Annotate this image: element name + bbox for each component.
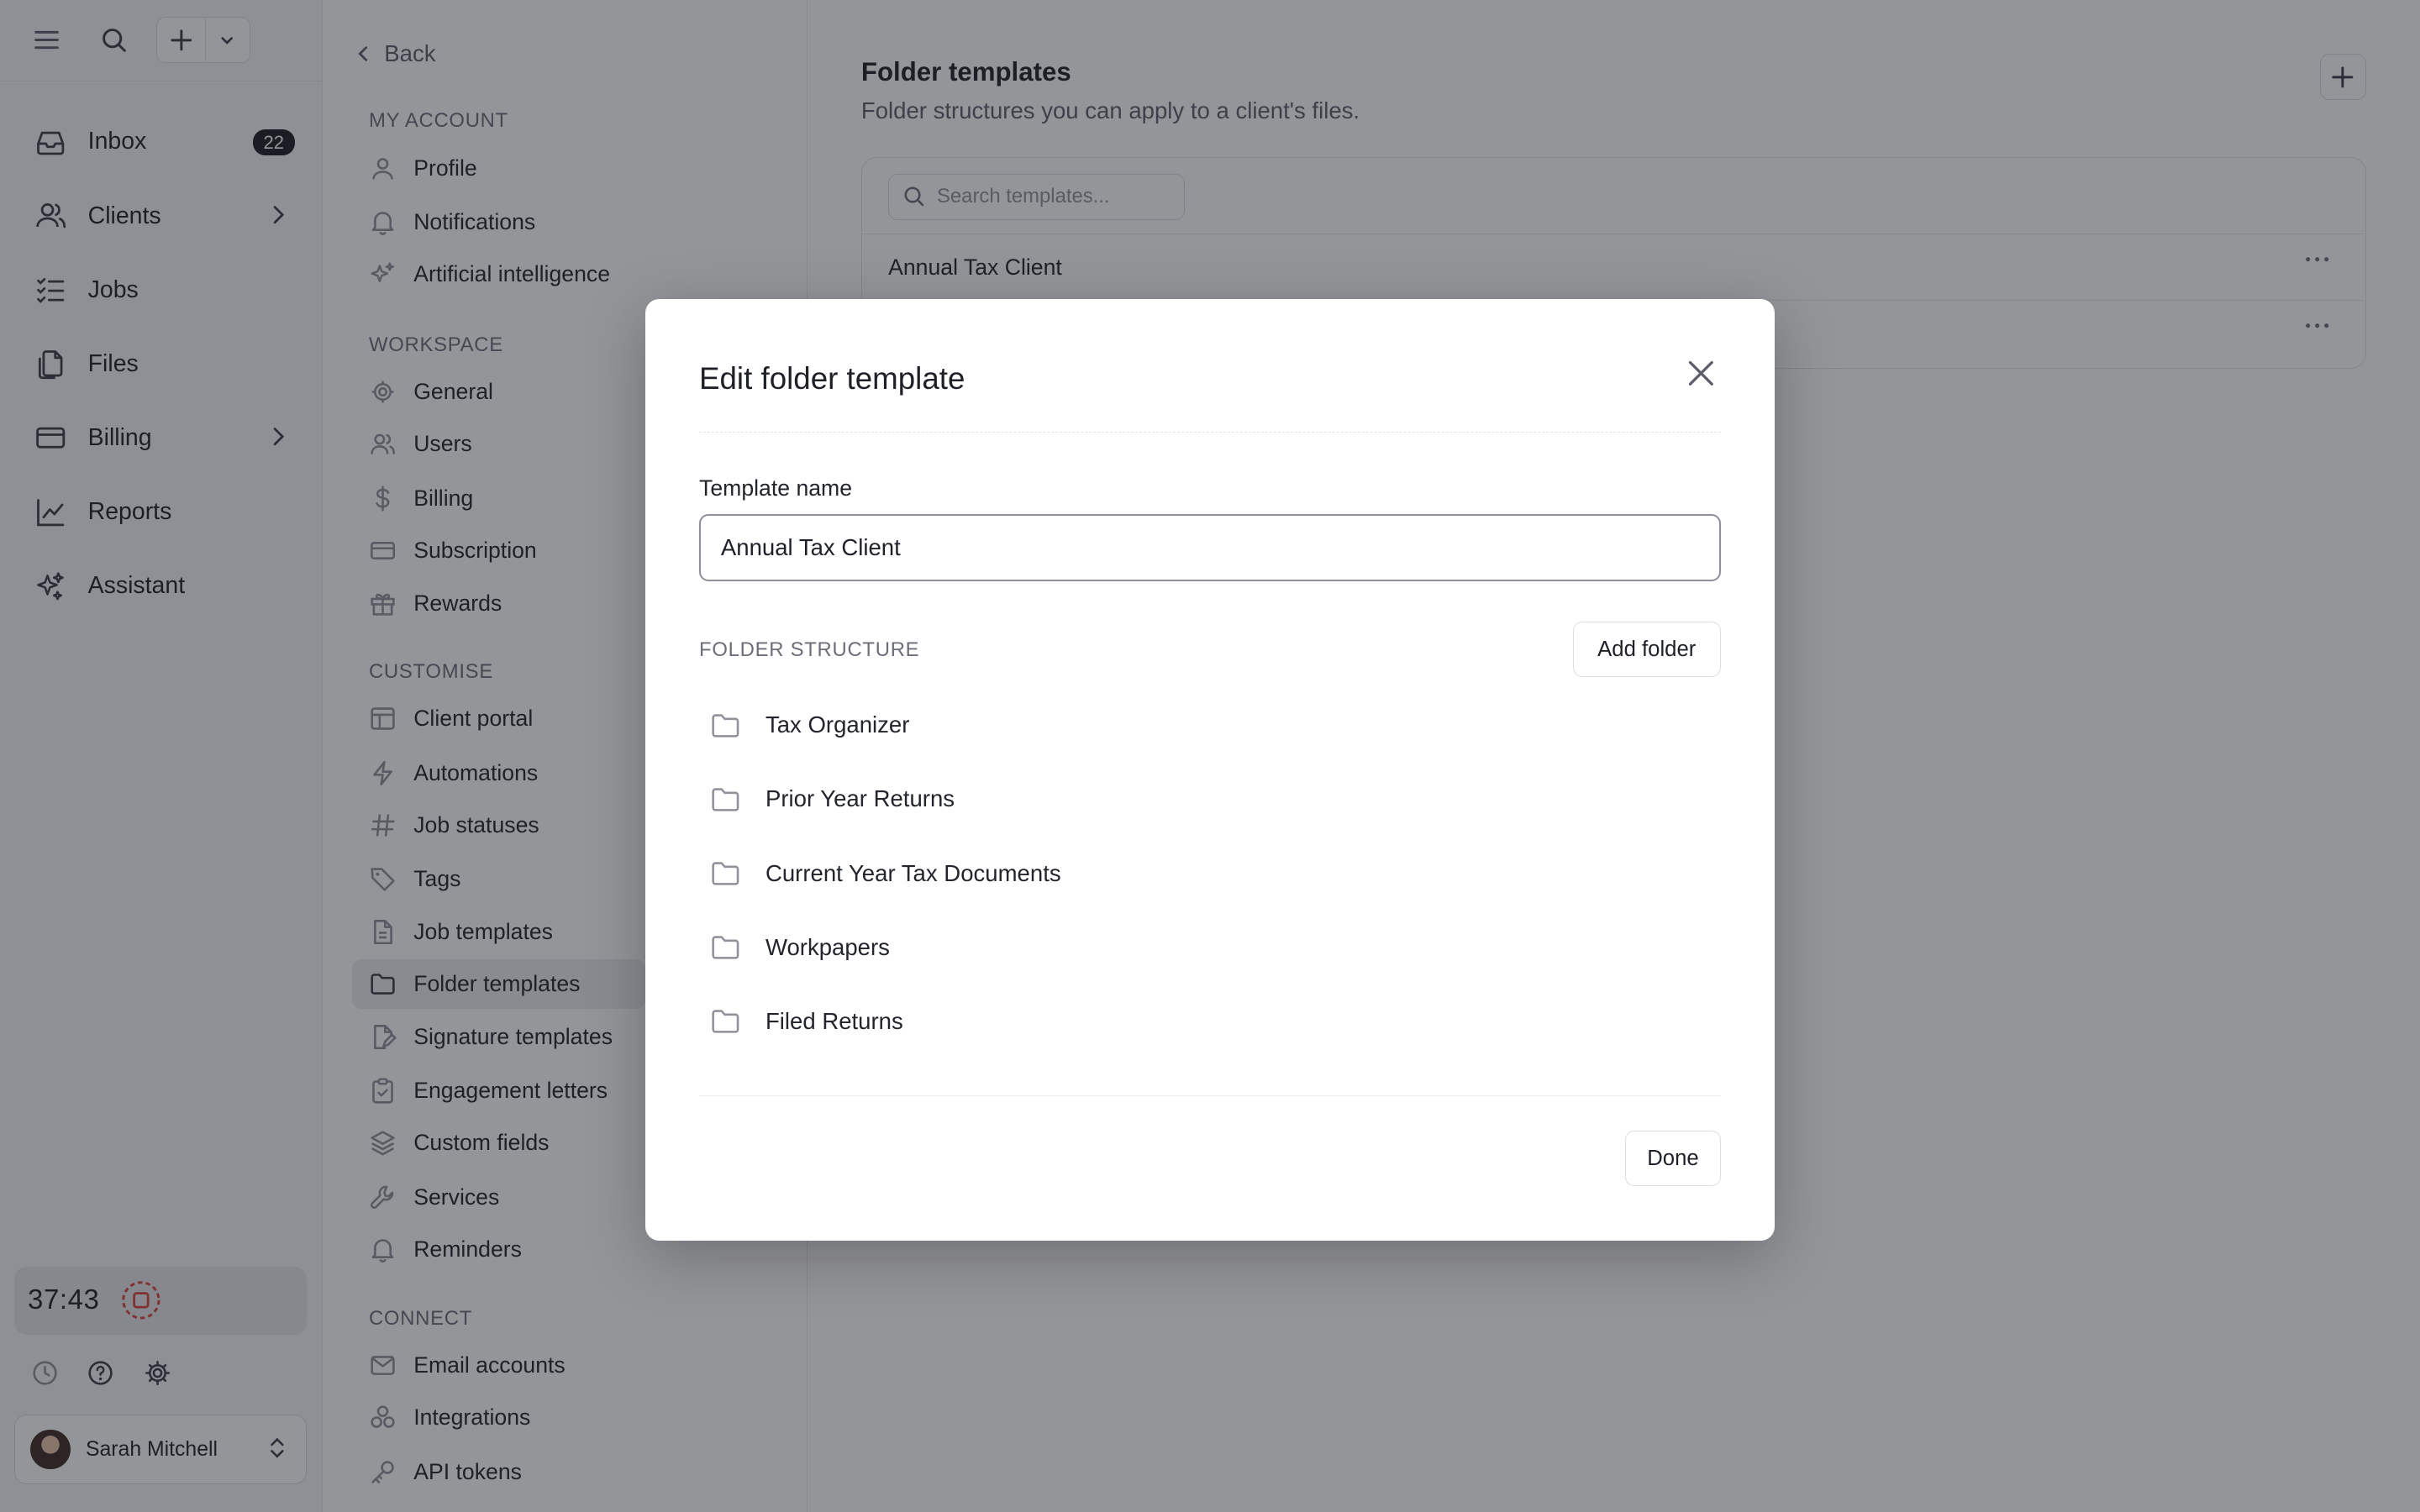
folder-item[interactable]: Tax Organizer	[699, 695, 1721, 756]
folder-icon	[710, 784, 741, 815]
folder-icon	[710, 932, 741, 963]
folder-name: Prior Year Returns	[765, 785, 955, 812]
folder-item[interactable]: Workpapers	[699, 916, 1721, 978]
folder-icon	[710, 858, 741, 889]
template-name-input[interactable]: Annual Tax Client	[699, 513, 1721, 582]
divider	[699, 432, 1721, 433]
done-button[interactable]: Done	[1625, 1131, 1721, 1187]
folder-name: Current Year Tax Documents	[765, 859, 1061, 886]
folder-name: Filed Returns	[765, 1007, 903, 1034]
close-icon[interactable]	[1682, 354, 1719, 391]
add-folder-button[interactable]: Add folder	[1572, 622, 1721, 678]
folder-item[interactable]: Current Year Tax Documents	[699, 843, 1721, 904]
folder-item[interactable]: Filed Returns	[699, 990, 1721, 1052]
folder-name: Tax Organizer	[765, 711, 910, 738]
folder-name: Workpapers	[765, 933, 890, 960]
template-name-label: Template name	[699, 475, 853, 501]
folder-item[interactable]: Prior Year Returns	[699, 769, 1721, 830]
folder-icon	[710, 710, 741, 741]
app-window: Inbox 22 Clients Jobs Files Billing Repo…	[0, 0, 2420, 1512]
edit-folder-template-dialog: Edit folder template Template name Annua…	[644, 299, 1776, 1241]
dialog-title: Edit folder template	[699, 360, 965, 396]
folder-icon	[710, 1006, 741, 1037]
folder-structure-heading: FOLDER STRUCTURE	[699, 638, 920, 662]
divider	[699, 1095, 1721, 1096]
